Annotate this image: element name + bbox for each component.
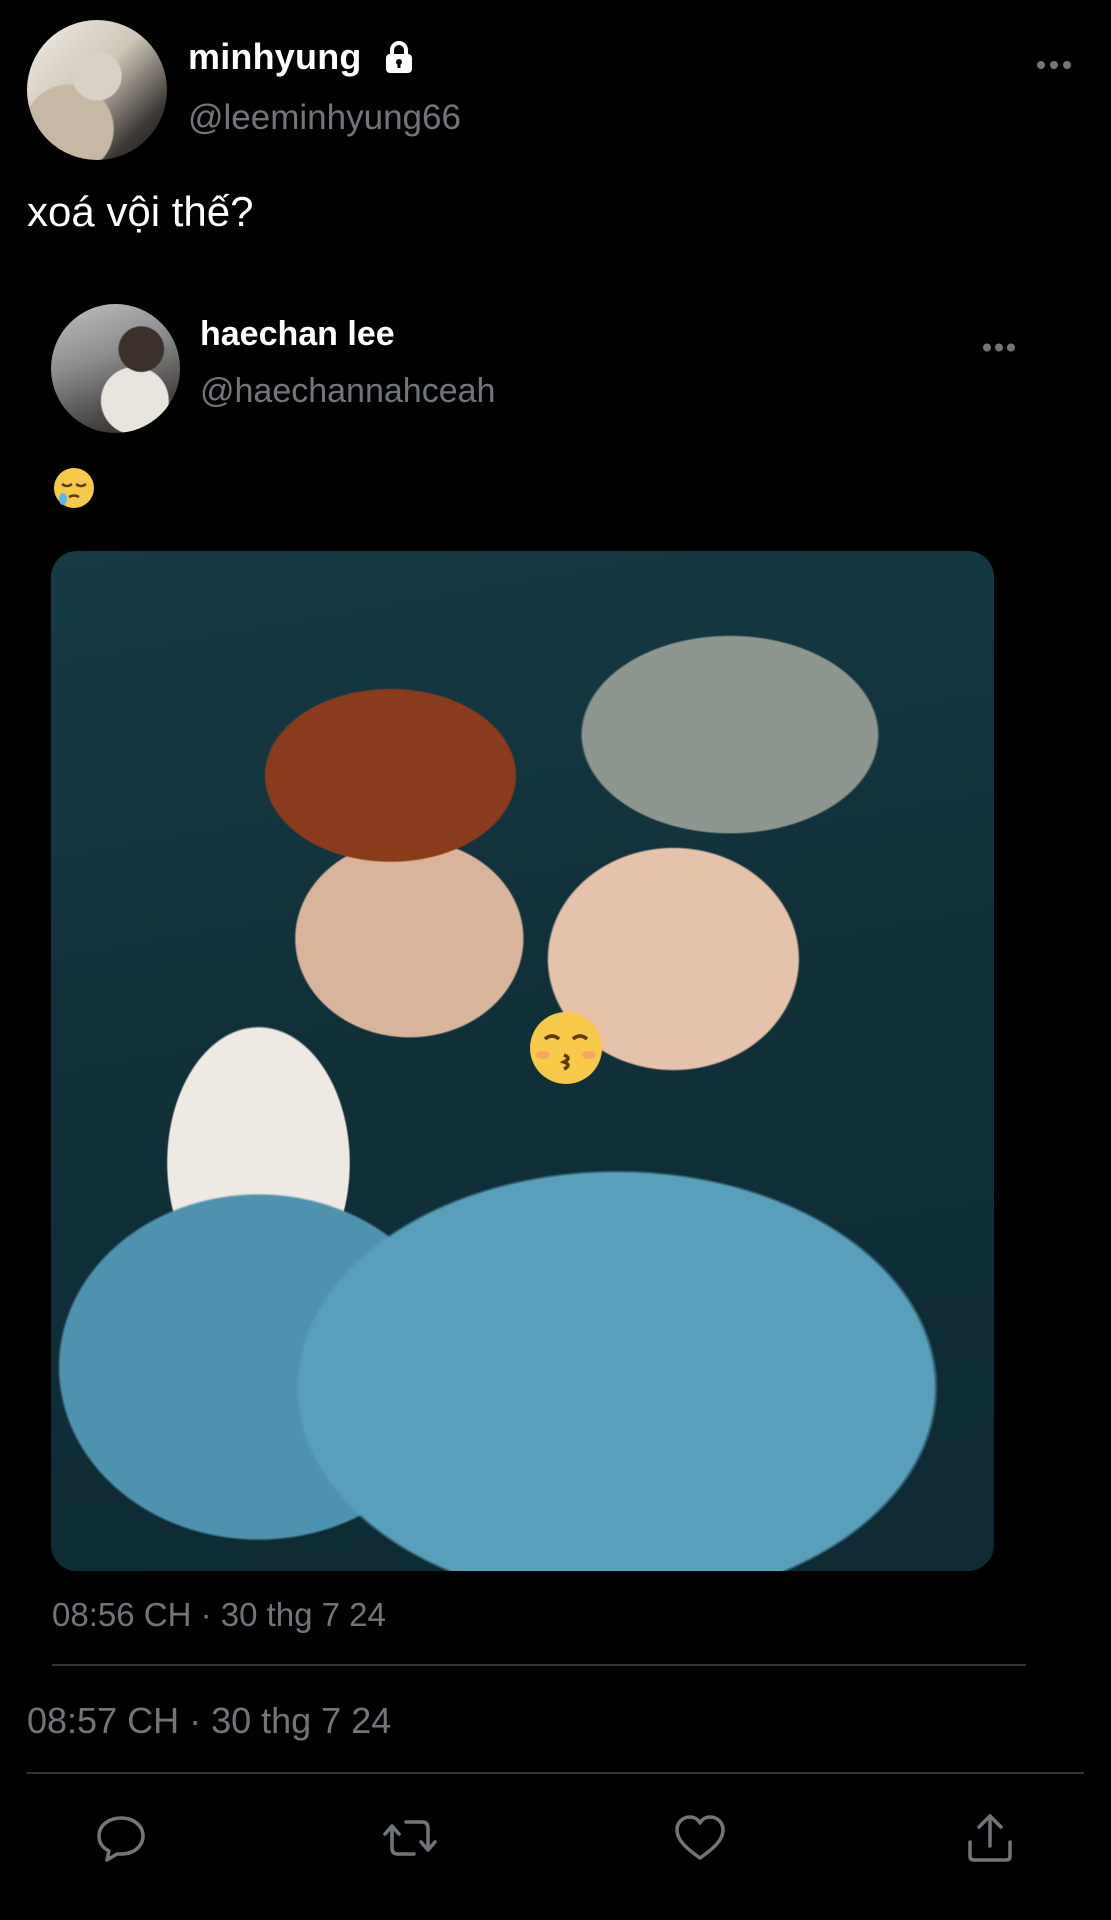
author-name[interactable]: minhyung: [188, 36, 362, 78]
quoted-author-handle[interactable]: @haechannahceah: [200, 372, 495, 411]
lock-icon: [384, 40, 414, 74]
quoted-author-avatar[interactable]: [51, 304, 180, 433]
quoted-author-name[interactable]: haechan lee: [200, 315, 395, 354]
reply-icon[interactable]: [93, 1810, 149, 1866]
share-icon[interactable]: [962, 1810, 1018, 1866]
sleepy-face-emoji: [52, 466, 96, 510]
retweet-icon[interactable]: [382, 1810, 438, 1866]
tweet-text: xoá vội thế?: [27, 188, 254, 235]
divider: [52, 1664, 1026, 1666]
media-photo[interactable]: [51, 551, 994, 1571]
quoted-more-options-icon[interactable]: [982, 340, 1016, 352]
tweet-timestamp: 08:57 CH · 30 thg 7 24: [27, 1700, 392, 1741]
divider: [27, 1772, 1084, 1774]
quoted-timestamp: 08:56 CH · 30 thg 7 24: [52, 1596, 386, 1633]
more-options-icon[interactable]: [1036, 58, 1072, 70]
author-avatar[interactable]: [27, 20, 167, 160]
author-handle[interactable]: @leeminhyung66: [188, 98, 461, 138]
kissing-face-emoji: [527, 1009, 605, 1087]
heart-icon[interactable]: [672, 1810, 728, 1866]
